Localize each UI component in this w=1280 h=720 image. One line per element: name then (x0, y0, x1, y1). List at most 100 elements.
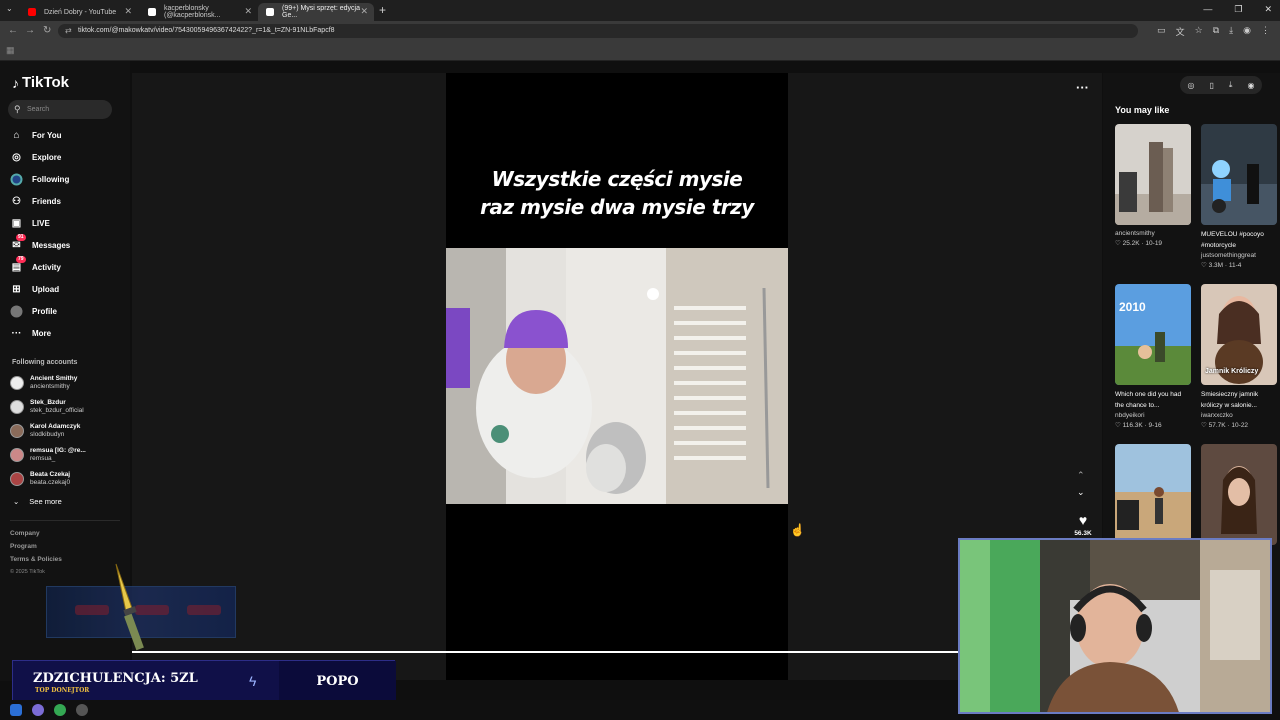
back-icon[interactable]: ← (8, 25, 18, 36)
previous-video-icon[interactable]: ⌃ (1077, 470, 1085, 481)
youtube-favicon-icon (28, 8, 36, 16)
bookmark-star-icon[interactable]: ☆ (1195, 25, 1203, 38)
following-account[interactable]: Stek_Bzdur stek_bzdur_official (10, 396, 84, 418)
translate-icon[interactable]: 文 (1176, 25, 1185, 38)
new-tab-button[interactable]: + (379, 3, 386, 17)
streamer-webcam (958, 538, 1272, 714)
recommended-video-card[interactable]: Jamnik Króliczy Smiesieczny jamnik króli… (1201, 284, 1277, 431)
discord-icon[interactable] (32, 704, 44, 716)
knife-overlay-icon (115, 563, 144, 651)
nav-live[interactable]: ▣ LIVE (10, 214, 50, 232)
card-likes: 116.3K (1122, 422, 1143, 429)
card-stats: ♡ 3.3M · 11-4 (1201, 262, 1242, 269)
see-more-button[interactable]: ⌄ See more (13, 497, 62, 506)
reload-icon[interactable]: ↻ (43, 25, 51, 36)
search-placeholder: Search (27, 106, 50, 113)
url-field[interactable]: ⇄ tiktok.com/@makowkatv/video/7543005949… (58, 24, 1138, 38)
card-likes: 57.7K (1208, 422, 1226, 429)
avatar (10, 400, 24, 414)
url-text: tiktok.com/@makowkatv/video/754300594963… (78, 27, 335, 34)
card-title: Which one did you had the chance to... (1115, 391, 1182, 409)
extensions-icon[interactable]: ⧉ (1213, 25, 1219, 38)
nav-friends[interactable]: ⚇ Friends (10, 192, 61, 210)
browser-tab-tiktok-video[interactable]: (99+) Mysi sprzęt: edycja Ge... ✕ (258, 3, 374, 21)
browser-menu-icon[interactable]: ⋮ (1261, 25, 1270, 38)
avatar (10, 448, 24, 462)
like-heart-icon[interactable]: ♥ (1074, 512, 1092, 528)
mouse-cursor-icon: ☝ (790, 523, 805, 537)
phone-icon[interactable]: ▯ (1210, 81, 1214, 90)
browser-tab-youtube[interactable]: Dzień Dobry - YouTube ✕ (20, 3, 138, 21)
search-input[interactable]: ⚲ Search (8, 100, 112, 119)
tab-search-icon[interactable]: ⌄ (6, 4, 13, 13)
card-author: nbdyeikori (1115, 412, 1145, 419)
recommended-video-card[interactable]: 2010 Which one did you had the chance to… (1115, 284, 1191, 431)
apps-grid-icon[interactable]: ▦ (6, 45, 15, 56)
thumbnail-overlay-text: 2010 (1119, 300, 1146, 314)
start-icon[interactable] (10, 704, 22, 716)
compass-icon[interactable]: ◎ (1188, 81, 1195, 90)
recommended-video-card[interactable]: ancientsmithy ♡ 25.2K · 10-19 (1115, 124, 1191, 249)
bookmarks-bar: ▦ (0, 41, 1280, 61)
close-window-icon[interactable]: ✕ (1264, 4, 1272, 15)
minimize-icon[interactable]: — (1203, 4, 1212, 15)
following-icon (10, 173, 23, 186)
more-options-icon[interactable]: ··· (1076, 80, 1089, 95)
footer-link-terms[interactable]: Terms & Policies (10, 556, 62, 563)
tiktok-logo[interactable]: ♪ TikTok (12, 74, 69, 91)
nav-messages[interactable]: ✉ 91 Messages (10, 233, 70, 254)
download-icon[interactable]: ⤓ (1229, 80, 1233, 90)
nav-following[interactable]: Following (10, 170, 69, 188)
nav-activity[interactable]: ▤ 79 Activity (10, 255, 61, 276)
account-handle: stek_bzdur_official (30, 407, 84, 414)
nav-label: Upload (32, 284, 60, 294)
forward-icon[interactable]: → (25, 25, 35, 36)
recommended-video-card[interactable] (1115, 444, 1191, 545)
nav-for-you[interactable]: ⌂ For You (10, 126, 61, 144)
following-account[interactable]: Beata Czekaj beata.czekaj0 (10, 468, 70, 490)
nav-explore[interactable]: ◎ Explore (10, 148, 61, 166)
install-icon[interactable]: ▭ (1157, 25, 1166, 38)
video-thumbnail: Jamnik Króliczy (1201, 284, 1277, 385)
site-info-icon[interactable]: ⇄ (65, 24, 72, 38)
following-account[interactable]: remsua [IG: @re... remsua_ (10, 444, 86, 466)
next-video-icon[interactable]: ⌄ (1077, 487, 1085, 498)
recommended-video-card[interactable]: MUEVELOU #pocoyo #motorcycle justsomethi… (1201, 124, 1277, 271)
chrome-icon[interactable] (54, 704, 66, 716)
close-tab-icon[interactable]: ✕ (244, 6, 252, 17)
card-likes: 3.3M (1208, 262, 1224, 269)
app-icon[interactable] (76, 704, 88, 716)
you-may-like-header: You may like (1115, 105, 1170, 115)
account-name: Beata Czekaj (30, 471, 71, 478)
browser-tab-tiktok-profile[interactable]: kacperblonsky (@kacperblonsk... ✕ (140, 3, 258, 21)
footer-link-company[interactable]: Company (10, 530, 40, 537)
following-account[interactable]: Ancient Smithy ancientsmithy (10, 372, 77, 394)
message-icon: ✉ 91 (12, 233, 26, 251)
see-more-label: See more (29, 497, 62, 506)
card-stats: ♡ 25.2K · 10-19 (1115, 240, 1163, 247)
nav-profile[interactable]: Profile (10, 302, 57, 320)
address-bar-row: ← → ↻ ⇄ tiktok.com/@makowkatv/video/7543… (0, 21, 1280, 41)
profile-icon[interactable]: ◉ (1243, 25, 1251, 38)
nav-label: For You (32, 130, 62, 140)
video-progress-bar[interactable] (132, 651, 962, 653)
video-player[interactable]: Wszystkie części mysie raz mysie dwa mys… (446, 73, 788, 680)
account-name: Stek_Bzdur (30, 399, 66, 406)
avatar[interactable]: ◉ (1247, 81, 1254, 90)
thumbnail-image (1201, 444, 1277, 545)
maximize-icon[interactable]: ❐ (1234, 4, 1242, 15)
search-icon: ⚲ (14, 104, 21, 114)
close-tab-icon[interactable]: ✕ (360, 6, 368, 17)
avatar (10, 424, 24, 438)
download-icon[interactable]: ⤓ (1229, 25, 1233, 38)
footer-link-program[interactable]: Program (10, 543, 37, 550)
following-account[interactable]: Karol Adamczyk slodkibudyn (10, 420, 80, 442)
thumbnail-image (1115, 444, 1191, 545)
recommended-video-card[interactable] (1201, 444, 1277, 545)
nav-upload[interactable]: ⊞ Upload (10, 280, 59, 298)
nav-more[interactable]: ··· More (10, 324, 52, 342)
video-thumbnail (1201, 124, 1277, 225)
tiktok-favicon-icon (148, 8, 156, 16)
video-caption: Wszystkie części mysie raz mysie dwa mys… (446, 165, 788, 221)
close-tab-icon[interactable]: ✕ (124, 6, 132, 17)
